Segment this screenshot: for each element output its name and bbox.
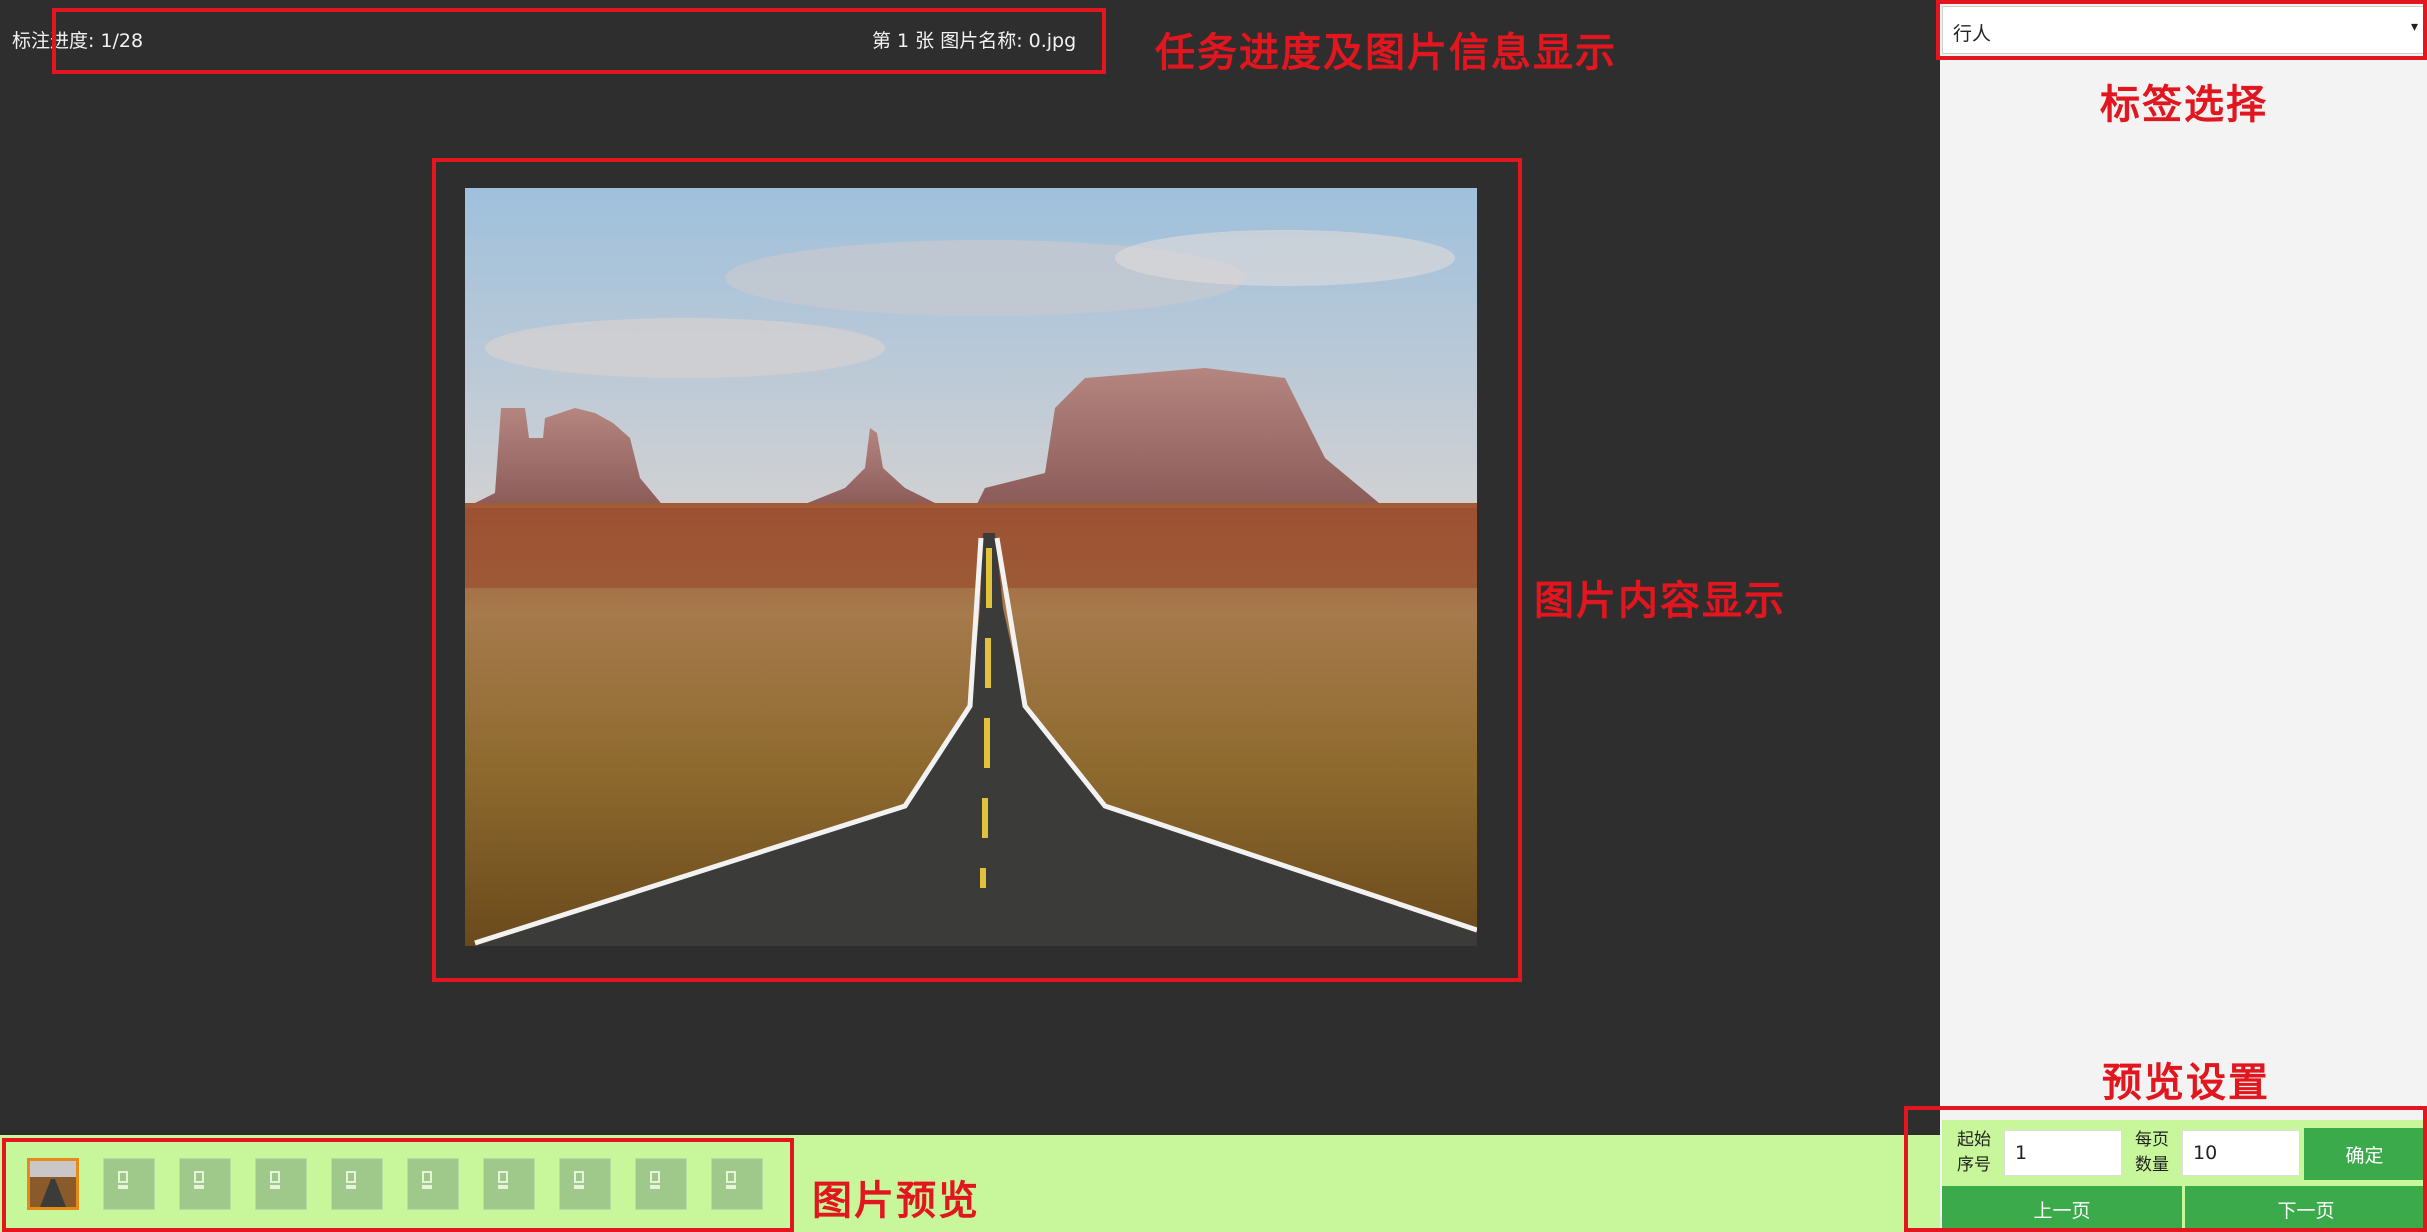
thumbnail-item[interactable] [179,1158,231,1210]
confirm-button[interactable]: 确定 [2304,1128,2425,1180]
thumbnail-item[interactable] [103,1158,155,1210]
next-page-button[interactable]: 下一页 [2185,1186,2427,1232]
file-icon-line [194,1185,204,1189]
thumbnail-item[interactable] [711,1158,763,1210]
file-icon [422,1171,432,1183]
image-info-text: 第 1 张 图片名称: 0.jpg [872,30,1077,52]
start-index-label-text: 起始 序号 [1957,1130,1991,1175]
per-page-value: 10 [2193,1142,2218,1164]
progress-text: 标注进度: 1/28 [12,30,144,52]
file-icon-line [726,1185,736,1189]
file-icon [498,1171,508,1183]
thumbnail-item[interactable] [407,1158,459,1210]
start-index-value: 1 [2015,1142,2028,1164]
chevron-down-icon: ▾ [2410,19,2418,35]
app-root: 标注进度: 1/28 第 1 张 图片名称: 0.jpg 行人 ▾ 起始 序号 … [0,0,2427,1232]
file-icon [194,1171,204,1183]
start-index-input[interactable]: 1 [2004,1130,2122,1176]
file-icon-line [574,1185,584,1189]
file-icon-line [650,1185,660,1189]
annotation-preview-settings: 预览设置 [2102,1060,2270,1106]
annotation-progress-info: 任务进度及图片信息显示 [1155,30,1617,76]
per-page-label-text: 每页 数量 [2135,1130,2169,1175]
file-icon [270,1171,280,1183]
file-icon [574,1171,584,1183]
file-icon [650,1171,660,1183]
preview-settings: 起始 序号 1 每页 数量 10 确定 上一页 下一页 [1942,1120,2427,1232]
image-content[interactable] [465,188,1477,946]
annotation-image-preview: 图片预览 [812,1178,980,1224]
thumbnail-item[interactable] [635,1158,687,1210]
thumbnail-item[interactable] [483,1158,535,1210]
start-index-label: 起始 序号 [1948,1128,2000,1178]
file-icon-line [270,1185,280,1189]
thumbnail-image [30,1161,76,1207]
file-icon [346,1171,356,1183]
label-select-value: 行人 [1953,23,1992,45]
file-icon-line [118,1185,128,1189]
file-icon-line [498,1185,508,1189]
thumbnail-item[interactable] [255,1158,307,1210]
file-icon-line [346,1185,356,1189]
per-page-input[interactable]: 10 [2182,1130,2300,1176]
file-icon [726,1171,736,1183]
right-panel [1940,0,2427,1232]
thumbnail-item[interactable] [559,1158,611,1210]
annotation-image-content: 图片内容显示 [1534,578,1786,624]
thumbnail-item[interactable] [27,1158,79,1210]
label-select[interactable]: 行人 ▾ [1942,6,2427,54]
per-page-label: 每页 数量 [2126,1128,2178,1178]
file-icon [118,1171,128,1183]
annotation-label-select: 标签选择 [2100,82,2268,128]
file-icon-line [422,1185,432,1189]
thumbnail-item[interactable] [331,1158,383,1210]
prev-page-button[interactable]: 上一页 [1942,1186,2182,1232]
